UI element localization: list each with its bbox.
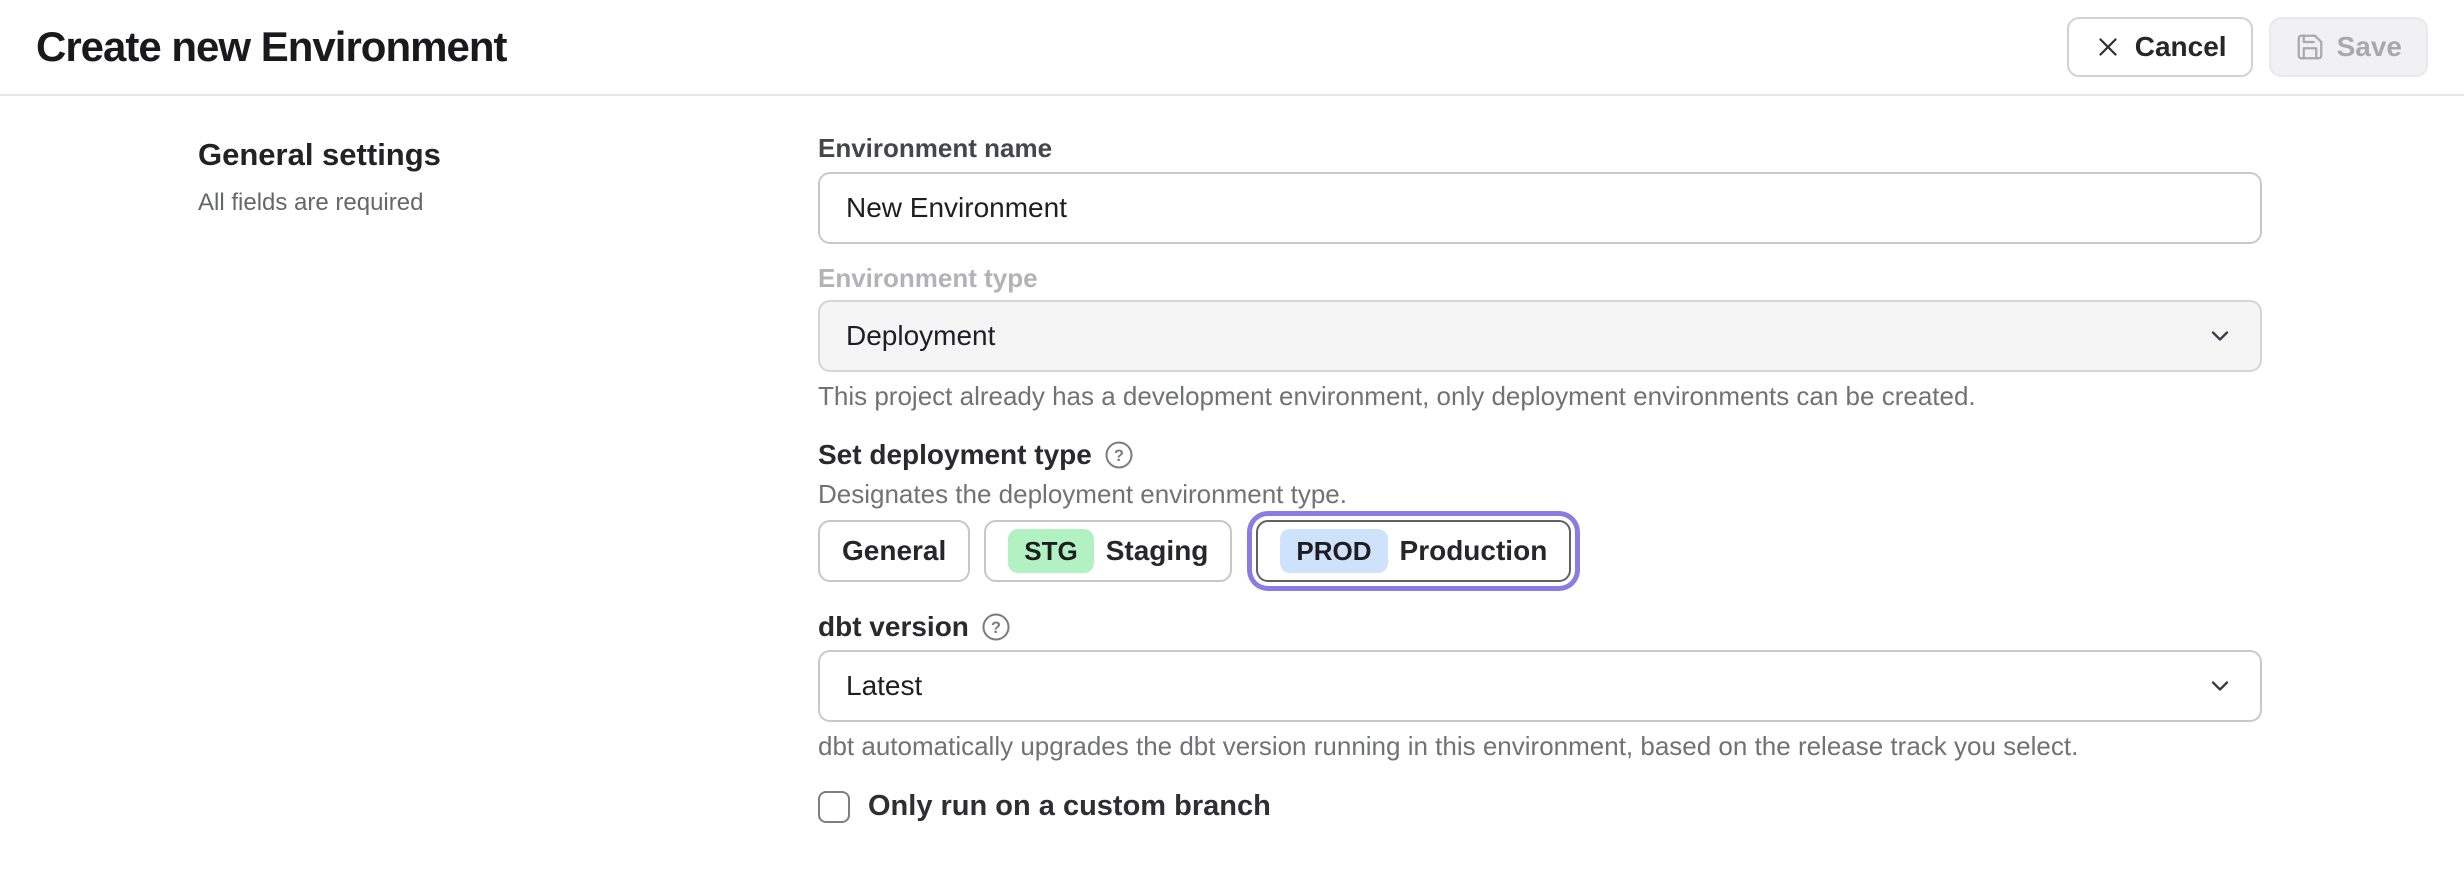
chevron-down-icon <box>2206 672 2234 700</box>
dbt-version-value: Latest <box>846 670 922 702</box>
deployment-type-option-staging[interactable]: STG Staging <box>984 520 1232 582</box>
production-option-label: Production <box>1400 535 1548 567</box>
create-environment-page: Create new Environment Cancel Save Gener… <box>0 0 2464 823</box>
svg-text:?: ? <box>1114 447 1124 465</box>
page-title: Create new Environment <box>36 23 506 71</box>
custom-branch-checkbox[interactable] <box>818 791 850 823</box>
production-badge: PROD <box>1280 529 1387 573</box>
dbt-version-select[interactable]: Latest <box>818 650 2262 722</box>
deployment-type-label-row: Set deployment type ? <box>818 438 2262 472</box>
environment-type-value: Deployment <box>846 320 995 352</box>
header-actions: Cancel Save <box>2067 17 2428 77</box>
deployment-type-description: Designates the deployment environment ty… <box>818 478 2262 510</box>
environment-type-helper: This project already has a development e… <box>818 380 2262 412</box>
close-icon <box>2093 32 2123 62</box>
deployment-type-label: Set deployment type <box>818 438 1092 472</box>
environment-type-label: Environment type <box>818 262 2262 294</box>
environment-form: Environment name Environment type Deploy… <box>818 132 2262 823</box>
environment-name-input[interactable] <box>818 172 2262 244</box>
page-header: Create new Environment Cancel Save <box>0 0 2464 96</box>
help-icon[interactable]: ? <box>1104 440 1134 470</box>
save-button-label: Save <box>2337 31 2402 63</box>
section-subheading: All fields are required <box>198 188 758 218</box>
cancel-button[interactable]: Cancel <box>2067 17 2253 77</box>
environment-name-label: Environment name <box>818 132 2262 164</box>
environment-type-select[interactable]: Deployment <box>818 300 2262 372</box>
dbt-version-label-row: dbt version ? <box>818 610 2262 644</box>
save-icon <box>2295 32 2325 62</box>
save-button[interactable]: Save <box>2269 17 2428 77</box>
cancel-button-label: Cancel <box>2135 31 2227 63</box>
deployment-type-options: General STG Staging PROD Production <box>818 520 2262 582</box>
svg-text:?: ? <box>991 619 1001 637</box>
help-icon[interactable]: ? <box>981 612 1011 642</box>
dbt-version-label: dbt version <box>818 610 969 644</box>
settings-section-intro: General settings All fields are required <box>198 132 758 823</box>
staging-badge: STG <box>1008 529 1093 573</box>
deployment-type-option-production[interactable]: PROD Production <box>1256 520 1571 582</box>
custom-branch-label: Only run on a custom branch <box>868 790 1271 823</box>
custom-branch-row[interactable]: Only run on a custom branch <box>818 790 1271 823</box>
chevron-down-icon <box>2206 322 2234 350</box>
deployment-type-option-general[interactable]: General <box>818 520 970 582</box>
dbt-version-helper: dbt automatically upgrades the dbt versi… <box>818 730 2262 762</box>
general-option-label: General <box>842 535 946 567</box>
section-heading: General settings <box>198 136 758 174</box>
main-content: General settings All fields are required… <box>0 96 2464 823</box>
staging-option-label: Staging <box>1106 535 1209 567</box>
